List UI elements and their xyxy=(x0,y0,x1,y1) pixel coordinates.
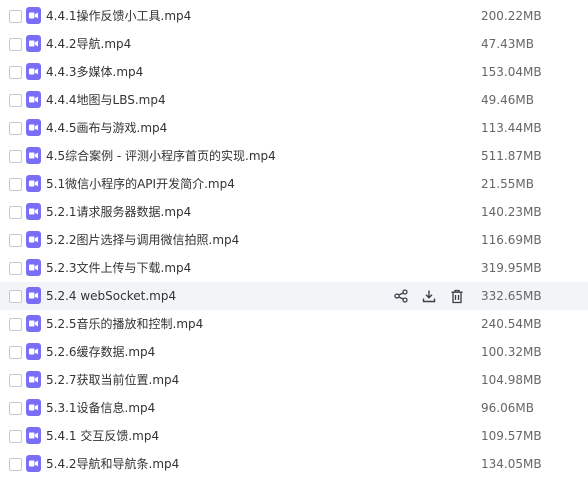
row-checkbox[interactable] xyxy=(9,94,22,107)
file-row[interactable]: 5.2.7获取当前位置.mp4 104.98MB xyxy=(0,366,588,394)
file-size: 47.43MB xyxy=(481,37,534,51)
file-size: 319.95MB xyxy=(481,261,542,275)
row-checkbox[interactable] xyxy=(9,318,22,331)
video-file-icon xyxy=(26,91,41,108)
file-name[interactable]: 5.1微信小程序的API开发简介.mp4 xyxy=(46,170,235,198)
file-size: 21.55MB xyxy=(481,177,534,191)
video-file-icon xyxy=(26,63,41,80)
row-checkbox[interactable] xyxy=(9,402,22,415)
file-name[interactable]: 5.3.1设备信息.mp4 xyxy=(46,394,155,422)
file-size: 332.65MB xyxy=(481,289,542,303)
row-checkbox[interactable] xyxy=(9,234,22,247)
file-size: 200.22MB xyxy=(481,9,542,23)
video-file-icon xyxy=(26,455,41,472)
file-row[interactable]: 4.4.5画布与游戏.mp4 113.44MB xyxy=(0,114,588,142)
video-file-icon xyxy=(26,7,41,24)
row-checkbox[interactable] xyxy=(9,66,22,79)
file-name[interactable]: 4.5综合案例 - 评测小程序首页的实现.mp4 xyxy=(46,142,276,170)
row-checkbox[interactable] xyxy=(9,38,22,51)
row-checkbox[interactable] xyxy=(9,262,22,275)
file-row[interactable]: 4.4.3多媒体.mp4 153.04MB xyxy=(0,58,588,86)
video-file-icon xyxy=(26,287,41,304)
row-checkbox[interactable] xyxy=(9,150,22,163)
file-size: 511.87MB xyxy=(481,149,542,163)
file-row[interactable]: 5.2.3文件上传与下载.mp4 319.95MB xyxy=(0,254,588,282)
download-icon xyxy=(422,289,436,303)
file-size: 96.06MB xyxy=(481,401,534,415)
file-row[interactable]: 5.2.2图片选择与调用微信拍照.mp4 116.69MB xyxy=(0,226,588,254)
file-size: 100.32MB xyxy=(481,345,542,359)
file-row[interactable]: 5.2.1请求服务器数据.mp4 140.23MB xyxy=(0,198,588,226)
file-size: 116.69MB xyxy=(481,233,542,247)
file-name[interactable]: 5.2.4 webSocket.mp4 xyxy=(46,282,176,310)
row-actions xyxy=(392,287,476,305)
file-row[interactable]: 5.2.6缓存数据.mp4 100.32MB xyxy=(0,338,588,366)
video-file-icon xyxy=(26,203,41,220)
video-file-icon xyxy=(26,427,41,444)
file-row[interactable]: 5.1微信小程序的API开发简介.mp4 21.55MB xyxy=(0,170,588,198)
video-file-icon xyxy=(26,35,41,52)
video-file-icon xyxy=(26,119,41,136)
file-name[interactable]: 5.4.1 交互反馈.mp4 xyxy=(46,422,159,450)
share-button[interactable] xyxy=(392,287,410,305)
file-size: 140.23MB xyxy=(481,205,542,219)
row-checkbox[interactable] xyxy=(9,430,22,443)
file-row[interactable]: 4.5综合案例 - 评测小程序首页的实现.mp4 511.87MB xyxy=(0,142,588,170)
file-row[interactable]: 5.4.1 交互反馈.mp4 109.57MB xyxy=(0,422,588,450)
file-name[interactable]: 5.4.2导航和导航条.mp4 xyxy=(46,450,179,478)
file-name[interactable]: 4.4.4地图与LBS.mp4 xyxy=(46,86,166,114)
video-file-icon xyxy=(26,147,41,164)
file-name[interactable]: 4.4.1操作反馈小工具.mp4 xyxy=(46,2,191,30)
file-name[interactable]: 4.4.5画布与游戏.mp4 xyxy=(46,114,167,142)
file-name[interactable]: 4.4.2导航.mp4 xyxy=(46,30,131,58)
row-checkbox[interactable] xyxy=(9,458,22,471)
file-row[interactable]: 4.4.4地图与LBS.mp4 49.46MB xyxy=(0,86,588,114)
video-file-icon xyxy=(26,231,41,248)
download-button[interactable] xyxy=(420,287,438,305)
row-checkbox[interactable] xyxy=(9,290,22,303)
row-checkbox[interactable] xyxy=(9,374,22,387)
file-row[interactable]: 5.3.1设备信息.mp4 96.06MB xyxy=(0,394,588,422)
file-size: 104.98MB xyxy=(481,373,542,387)
file-row[interactable]: 5.2.4 webSocket.mp4 332.65MB xyxy=(0,282,588,310)
file-name[interactable]: 5.2.1请求服务器数据.mp4 xyxy=(46,198,191,226)
file-row[interactable]: 5.2.5音乐的播放和控制.mp4 240.54MB xyxy=(0,310,588,338)
file-name[interactable]: 5.2.3文件上传与下载.mp4 xyxy=(46,254,191,282)
row-checkbox[interactable] xyxy=(9,206,22,219)
video-file-icon xyxy=(26,175,41,192)
file-size: 153.04MB xyxy=(481,65,542,79)
delete-icon xyxy=(450,289,464,304)
row-checkbox[interactable] xyxy=(9,122,22,135)
file-size: 109.57MB xyxy=(481,429,542,443)
file-name[interactable]: 4.4.3多媒体.mp4 xyxy=(46,58,143,86)
file-list: 4.4.1操作反馈小工具.mp4 200.22MB 4.4.2导航.mp4 47.43… xyxy=(0,0,588,477)
video-file-icon xyxy=(26,343,41,360)
file-row[interactable]: 5.4.2导航和导航条.mp4 134.05MB xyxy=(0,450,588,478)
file-name[interactable]: 5.2.7获取当前位置.mp4 xyxy=(46,366,179,394)
video-file-icon xyxy=(26,399,41,416)
share-icon xyxy=(394,289,408,303)
row-checkbox[interactable] xyxy=(9,346,22,359)
video-file-icon xyxy=(26,315,41,332)
video-file-icon xyxy=(26,259,41,276)
delete-button[interactable] xyxy=(448,287,466,305)
file-name[interactable]: 5.2.6缓存数据.mp4 xyxy=(46,338,155,366)
video-file-icon xyxy=(26,371,41,388)
file-name[interactable]: 5.2.5音乐的播放和控制.mp4 xyxy=(46,310,203,338)
row-checkbox[interactable] xyxy=(9,10,22,23)
file-size: 49.46MB xyxy=(481,93,534,107)
row-checkbox[interactable] xyxy=(9,178,22,191)
file-size: 240.54MB xyxy=(481,317,542,331)
file-row[interactable]: 4.4.2导航.mp4 47.43MB xyxy=(0,30,588,58)
file-size: 134.05MB xyxy=(481,457,542,471)
file-size: 113.44MB xyxy=(481,121,542,135)
file-row[interactable]: 4.4.1操作反馈小工具.mp4 200.22MB xyxy=(0,2,588,30)
file-name[interactable]: 5.2.2图片选择与调用微信拍照.mp4 xyxy=(46,226,239,254)
